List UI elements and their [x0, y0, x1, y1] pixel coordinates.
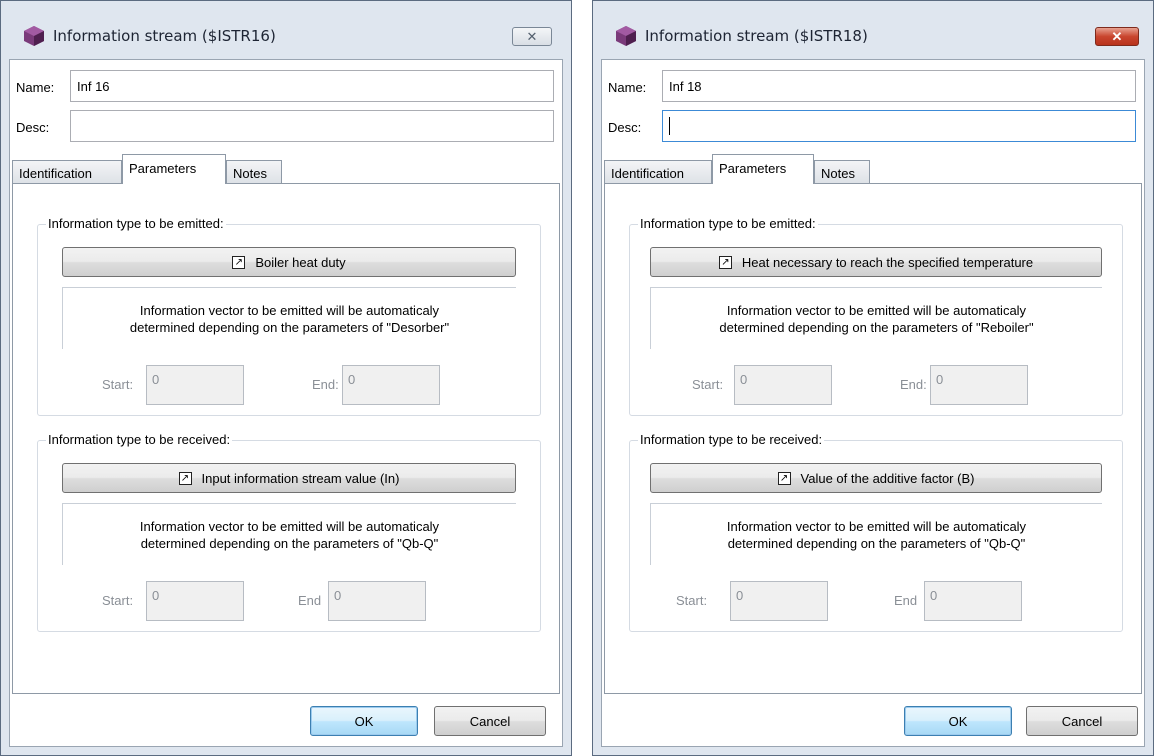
- dialog-client-area: Name: Inf 16 Desc: Identification Parame…: [9, 59, 563, 747]
- emitted-start-input[interactable]: 0: [146, 365, 244, 405]
- info-stream-dialog-istr18: Information stream ($ISTR18) ✕ Name: Inf…: [592, 0, 1154, 756]
- received-info-box: Information vector to be emitted will be…: [650, 503, 1102, 565]
- app-cube-icon: [616, 26, 636, 46]
- info-stream-dialog-istr16: Information stream ($ISTR16) ✕ Name: Inf…: [0, 0, 572, 756]
- received-info-line2: determined depending on the parameters o…: [140, 536, 439, 551]
- received-group-title: Information type to be received:: [638, 432, 825, 447]
- received-type-button[interactable]: ↗ Input information stream value (In): [62, 463, 516, 493]
- received-info-line1: Information vector to be emitted will be…: [726, 519, 1027, 534]
- close-button[interactable]: ✕: [1095, 27, 1139, 46]
- name-input[interactable]: Inf 18: [662, 70, 1136, 102]
- ok-button[interactable]: OK: [904, 706, 1012, 736]
- tab-parameters[interactable]: Parameters: [712, 154, 814, 184]
- emitted-info-line1: Information vector to be emitted will be…: [139, 303, 440, 318]
- window-title: Information stream ($ISTR16): [53, 27, 276, 45]
- title-bar[interactable]: Information stream ($ISTR18) ✕: [593, 1, 1153, 59]
- desc-label: Desc:: [608, 120, 642, 135]
- received-info-line1: Information vector to be emitted will be…: [139, 519, 440, 534]
- desc-row: Desc:: [602, 110, 1144, 144]
- received-group: Information type to be received: ↗ Input…: [37, 432, 541, 632]
- shortcut-arrow-icon: ↗: [718, 255, 732, 269]
- received-info-box: Information vector to be emitted will be…: [62, 503, 516, 565]
- emitted-end-label: End:: [900, 377, 927, 392]
- name-label: Name:: [608, 80, 647, 95]
- app-cube-icon: [24, 26, 44, 46]
- name-row: Name: Inf 18: [602, 70, 1144, 104]
- tab-identification[interactable]: Identification: [604, 160, 712, 183]
- tab-strip: Identification Parameters Notes: [12, 154, 412, 184]
- emitted-type-button[interactable]: ↗ Boiler heat duty: [62, 247, 516, 277]
- parameters-panel: Information type to be emitted: ↗ Boiler…: [12, 183, 560, 694]
- close-icon: ✕: [526, 28, 538, 44]
- cancel-button[interactable]: Cancel: [1026, 706, 1138, 736]
- emitted-type-button[interactable]: ↗ Heat necessary to reach the specified …: [650, 247, 1102, 277]
- desc-input[interactable]: [70, 110, 554, 142]
- emitted-start-input[interactable]: 0: [734, 365, 832, 405]
- close-icon: ✕: [1111, 28, 1123, 44]
- emitted-end-input[interactable]: 0: [342, 365, 440, 405]
- tab-identification[interactable]: Identification: [12, 160, 122, 183]
- received-start-label: Start:: [676, 593, 708, 608]
- tab-parameters[interactable]: Parameters: [122, 154, 226, 184]
- received-end-input[interactable]: 0: [328, 581, 426, 621]
- emitted-info-line2: determined depending on the parameters o…: [719, 320, 1034, 335]
- name-row: Name: Inf 16: [10, 70, 562, 104]
- title-bar[interactable]: Information stream ($ISTR16) ✕: [1, 1, 571, 59]
- emitted-info-box: Information vector to be emitted will be…: [62, 287, 516, 349]
- emitted-group: Information type to be emitted: ↗ Heat n…: [629, 216, 1123, 416]
- emitted-group-title: Information type to be emitted:: [46, 216, 226, 231]
- cancel-button[interactable]: Cancel: [434, 706, 546, 736]
- received-type-button[interactable]: ↗ Value of the additive factor (B): [650, 463, 1102, 493]
- emitted-type-label: Heat necessary to reach the specified te…: [741, 254, 1034, 270]
- received-end-label: End: [894, 593, 918, 608]
- received-info-line2: determined depending on the parameters o…: [727, 536, 1026, 551]
- emitted-type-label: Boiler heat duty: [255, 254, 346, 270]
- parameters-panel: Information type to be emitted: ↗ Heat n…: [604, 183, 1142, 694]
- emitted-end-label: End:: [312, 377, 339, 392]
- received-end-input[interactable]: 0: [924, 581, 1022, 621]
- desc-input[interactable]: [662, 110, 1136, 142]
- received-start-input[interactable]: 0: [730, 581, 828, 621]
- received-start-input[interactable]: 0: [146, 581, 244, 621]
- emitted-start-label: Start:: [102, 377, 134, 392]
- received-type-label: Value of the additive factor (B): [800, 470, 975, 486]
- window-title: Information stream ($ISTR18): [645, 27, 868, 45]
- emitted-start-label: Start:: [692, 377, 724, 392]
- emitted-end-input[interactable]: 0: [930, 365, 1028, 405]
- desc-label: Desc:: [16, 120, 50, 135]
- emitted-info-line2: determined depending on the parameters o…: [129, 320, 450, 335]
- name-label: Name:: [16, 80, 55, 95]
- tab-notes[interactable]: Notes: [226, 160, 282, 183]
- received-type-label: Input information stream value (In): [201, 470, 400, 486]
- shortcut-arrow-icon: ↗: [777, 471, 791, 485]
- shortcut-arrow-icon: ↗: [232, 255, 246, 269]
- ok-button[interactable]: OK: [310, 706, 418, 736]
- emitted-info-box: Information vector to be emitted will be…: [650, 287, 1102, 349]
- text-caret: [669, 117, 670, 135]
- emitted-info-line1: Information vector to be emitted will be…: [726, 303, 1027, 318]
- received-group: Information type to be received: ↗ Value…: [629, 432, 1123, 632]
- shortcut-arrow-icon: ↗: [178, 471, 192, 485]
- dialog-client-area: Name: Inf 18 Desc: Identification Parame…: [601, 59, 1145, 747]
- received-end-label: End: [298, 593, 322, 608]
- emitted-group: Information type to be emitted: ↗ Boiler…: [37, 216, 541, 416]
- received-group-title: Information type to be received:: [46, 432, 233, 447]
- emitted-group-title: Information type to be emitted:: [638, 216, 818, 231]
- name-input[interactable]: Inf 16: [70, 70, 554, 102]
- received-start-label: Start:: [102, 593, 134, 608]
- tab-strip: Identification Parameters Notes: [604, 154, 1004, 184]
- close-button[interactable]: ✕: [512, 27, 552, 46]
- tab-notes[interactable]: Notes: [814, 160, 870, 183]
- desc-row: Desc:: [10, 110, 562, 144]
